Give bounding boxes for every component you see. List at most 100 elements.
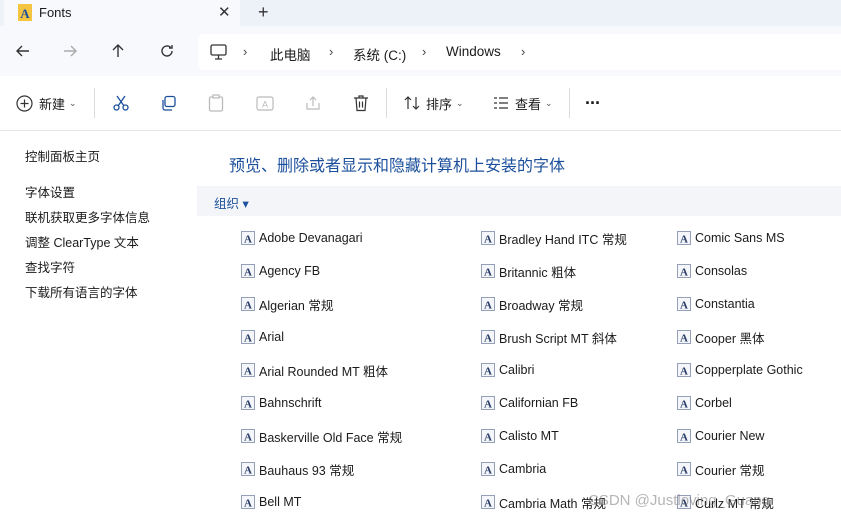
breadcrumb-windows[interactable]: Windows	[446, 44, 501, 59]
svg-text:A: A	[244, 366, 252, 378]
font-file-icon: A	[241, 363, 255, 377]
svg-text:A: A	[484, 432, 492, 444]
font-item[interactable]: A Britannic 粗体	[481, 261, 576, 281]
plus-circle-icon	[16, 94, 33, 112]
font-file-icon: A	[677, 363, 691, 377]
sidebar-link-download-fonts[interactable]: 下载所有语言的字体	[25, 282, 138, 301]
svg-text:A: A	[680, 399, 688, 411]
close-icon[interactable]: ✕	[218, 3, 231, 21]
sidebar-link-cleartype[interactable]: 调整 ClearType 文本	[25, 232, 139, 251]
font-item[interactable]: A Copperplate Gothic	[677, 360, 803, 380]
svg-text:A: A	[484, 366, 492, 378]
new-tab-button[interactable]: +	[258, 2, 269, 23]
delete-button[interactable]	[353, 92, 369, 114]
cut-button[interactable]	[112, 92, 130, 114]
font-item-label: Calibri	[499, 363, 535, 377]
font-item[interactable]: A Calibri	[481, 360, 534, 380]
sort-button[interactable]: 排序 ⌄	[404, 92, 464, 114]
new-button[interactable]: 新建 ⌄	[16, 92, 77, 114]
font-item[interactable]: A Corbel	[677, 393, 732, 413]
list-view-icon	[494, 97, 508, 109]
paste-button[interactable]	[208, 92, 224, 114]
font-item[interactable]: A Courier New	[677, 426, 764, 446]
font-item[interactable]: A Californian FB	[481, 393, 578, 413]
back-button[interactable]	[12, 40, 34, 62]
font-item[interactable]: A Algerian 常规	[241, 294, 333, 314]
tab-fonts[interactable]: A Fonts ✕	[4, 0, 240, 26]
font-file-icon: A	[241, 330, 255, 344]
chevron-down-icon: ⌄	[69, 97, 77, 108]
font-item[interactable]: A Cambria	[481, 459, 546, 479]
chevron-right-icon: ›	[422, 44, 427, 59]
font-item[interactable]: A Baskerville Old Face 常规	[241, 426, 402, 446]
font-file-icon: A	[481, 429, 495, 443]
breadcrumb-this-pc[interactable]: 此电脑	[270, 44, 311, 64]
organize-button[interactable]: 组织 ▾	[214, 193, 249, 212]
svg-text:A: A	[244, 234, 252, 246]
font-item[interactable]: A Agency FB	[241, 261, 320, 281]
svg-text:A: A	[680, 366, 688, 378]
new-label: 新建	[39, 96, 66, 112]
font-item-label: Baskerville Old Face 常规	[259, 430, 403, 445]
watermark: CSDN @Justloving_Guang	[588, 492, 770, 509]
breadcrumb-system-c[interactable]: 系统 (C:)	[353, 44, 406, 64]
svg-text:A: A	[680, 432, 688, 444]
sidebar-link-online-info[interactable]: 联机获取更多字体信息	[25, 207, 150, 226]
font-item[interactable]: A Calisto MT	[481, 426, 559, 446]
sidebar-link-find-character[interactable]: 查找字符	[25, 257, 75, 276]
font-file-icon: A	[677, 330, 691, 344]
up-button[interactable]	[107, 40, 129, 62]
font-item-label: Arial	[259, 330, 285, 344]
font-item-label: Algerian 常规	[259, 298, 334, 313]
font-item[interactable]: A Bradley Hand ITC 常规	[481, 228, 627, 248]
font-item[interactable]: A Constantia	[677, 294, 755, 314]
command-bar: 新建 ⌄ A 排序 ⌄ 查看 ⌄ ···	[0, 76, 841, 131]
font-file-icon: A	[241, 396, 255, 410]
font-item-label: Agency FB	[259, 264, 321, 278]
rename-button[interactable]: A	[256, 92, 274, 114]
control-panel-sidebar: 控制面板主页 字体设置 联机获取更多字体信息 调整 ClearType 文本 查…	[0, 131, 197, 522]
monitor-icon	[210, 44, 227, 60]
font-item[interactable]: A Brush Script MT 斜体	[481, 327, 617, 347]
font-item-label: Bell MT	[259, 495, 302, 509]
font-item[interactable]: A Bauhaus 93 常规	[241, 459, 354, 479]
font-item[interactable]: A Broadway 常规	[481, 294, 583, 314]
organize-bar: 组织 ▾	[197, 186, 841, 216]
font-item-label: Bradley Hand ITC 常规	[499, 232, 627, 247]
font-file-icon: A	[481, 264, 495, 278]
sidebar-home-link[interactable]: 控制面板主页	[25, 146, 100, 165]
font-item[interactable]: A Adobe Devanagari	[241, 228, 363, 248]
font-item-label: Corbel	[695, 396, 732, 410]
font-item-label: Broadway 常规	[499, 298, 584, 313]
font-item[interactable]: A Arial	[241, 327, 284, 347]
font-item[interactable]: A Bahnschrift	[241, 393, 322, 413]
share-icon	[306, 95, 320, 110]
font-file-icon: A	[481, 231, 495, 245]
font-item-label: Consolas	[695, 264, 748, 278]
font-item[interactable]: A Cooper 黑体	[677, 327, 764, 347]
svg-text:A: A	[484, 267, 492, 279]
font-file-icon: A	[677, 429, 691, 443]
font-item[interactable]: A Arial Rounded MT 粗体	[241, 360, 388, 380]
chevron-right-icon: ›	[243, 44, 248, 59]
font-item-label: Adobe Devanagari	[259, 231, 363, 245]
font-item-label: Arial Rounded MT 粗体	[259, 364, 388, 379]
view-button[interactable]: 查看 ⌄	[493, 92, 553, 114]
font-item[interactable]: A Bell MT	[241, 492, 301, 512]
forward-button[interactable]	[59, 40, 81, 62]
nav-bar: › 此电脑 › 系统 (C:) › Windows ›	[0, 26, 841, 76]
share-button[interactable]	[304, 92, 322, 114]
more-options-button[interactable]: ···	[585, 92, 601, 114]
sidebar-link-font-settings[interactable]: 字体设置	[25, 182, 75, 201]
font-item-label: Britannic 粗体	[499, 265, 577, 280]
page-title: 预览、删除或者显示和隐藏计算机上安装的字体	[229, 158, 566, 175]
copy-button[interactable]	[160, 92, 177, 114]
svg-text:A: A	[484, 465, 492, 477]
font-item[interactable]: A Comic Sans MS	[677, 228, 785, 248]
address-bar[interactable]: › 此电脑 › 系统 (C:) › Windows ›	[198, 34, 841, 70]
font-item-label: Calisto MT	[499, 429, 559, 443]
refresh-button[interactable]	[156, 40, 178, 62]
font-item-label: Courier 常规	[695, 463, 765, 478]
font-item[interactable]: A Courier 常规	[677, 459, 764, 479]
font-item[interactable]: A Consolas	[677, 261, 747, 281]
